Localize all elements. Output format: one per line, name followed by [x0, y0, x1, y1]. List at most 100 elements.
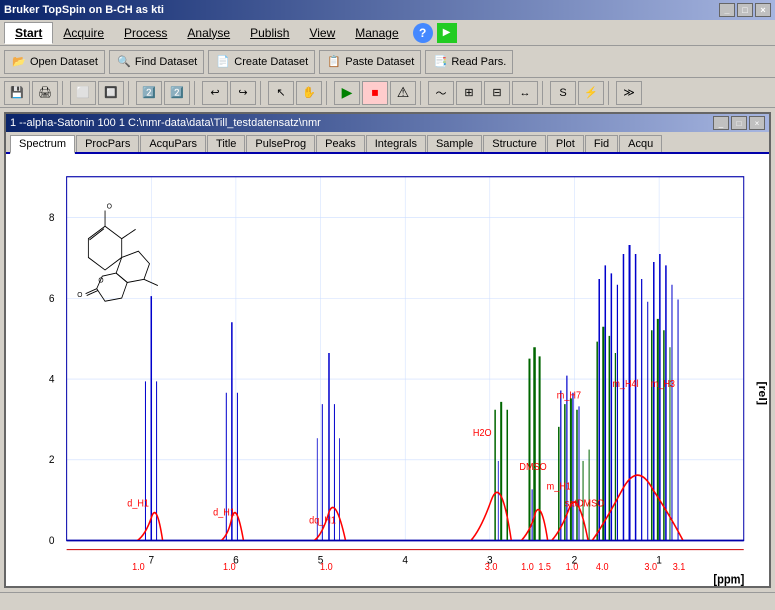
tool-cursor[interactable]: ↖ — [268, 81, 294, 105]
tool-select[interactable]: ⬜ — [70, 81, 96, 105]
svg-text:O: O — [98, 276, 104, 284]
tool-extra[interactable]: ≫ — [616, 81, 642, 105]
svg-text:6: 6 — [49, 292, 55, 305]
menu-manage[interactable]: Manage — [345, 23, 408, 43]
svg-text:3.0: 3.0 — [644, 562, 657, 574]
open-dataset-button[interactable]: 📂 Open Dataset — [4, 50, 105, 74]
svg-text:d_H1: d_H1 — [213, 507, 235, 519]
tool-save[interactable]: 💾 — [4, 81, 30, 105]
help-button[interactable]: ? — [413, 23, 433, 43]
svg-text:dq_H1: dq_H1 — [309, 515, 336, 527]
separator-5 — [326, 81, 330, 105]
svg-text:1: 1 — [656, 554, 662, 567]
separator-6 — [420, 81, 424, 105]
svg-text:H2O: H2O — [473, 427, 492, 439]
svg-text:2: 2 — [572, 554, 578, 567]
separator-8 — [608, 81, 612, 105]
create-icon: 📄 — [215, 54, 231, 70]
svg-text:O: O — [107, 202, 113, 210]
separator-7 — [542, 81, 546, 105]
tool-wave[interactable]: 〜 — [428, 81, 454, 105]
separator-4 — [260, 81, 264, 105]
tab-procpars[interactable]: ProcPars — [76, 135, 139, 152]
minimize-button[interactable]: _ — [719, 3, 735, 17]
tab-integrals[interactable]: Integrals — [366, 135, 426, 152]
find-dataset-button[interactable]: 🔍 Find Dataset — [109, 50, 204, 74]
maximize-button[interactable]: □ — [737, 3, 753, 17]
paste-dataset-button[interactable]: 📋 Paste Dataset — [319, 50, 421, 74]
svg-text:1.0: 1.0 — [521, 562, 534, 574]
tool-counter[interactable]: 2️⃣ — [136, 81, 162, 105]
tool-stop[interactable]: ⏹ — [362, 81, 388, 105]
chart-area: d_H1 d_H1 dq_H1 H2O DMSO m_H1 satDMSO m_… — [6, 154, 769, 586]
menu-analyse[interactable]: Analyse — [177, 23, 240, 43]
tool-print[interactable]: 🖨 — [32, 81, 58, 105]
title-bar: Bruker TopSpin on B-CH as kti _ □ × — [0, 0, 775, 20]
toolbar-row-1: 📂 Open Dataset 🔍 Find Dataset 📄 Create D… — [0, 46, 775, 78]
inner-window-title: 1 --alpha-Satonin 100 1 C:\nmr-data\data… — [10, 117, 321, 129]
menu-bar: Start Acquire Process Analyse Publish Vi… — [0, 20, 775, 46]
svg-text:0: 0 — [49, 534, 55, 547]
tool-grid[interactable]: ⊞ — [456, 81, 482, 105]
svg-text:m_H4l: m_H4l — [612, 379, 638, 391]
tab-title[interactable]: Title — [207, 135, 245, 152]
tab-peaks[interactable]: Peaks — [316, 135, 365, 152]
separator-2 — [128, 81, 132, 105]
tab-structure[interactable]: Structure — [483, 135, 546, 152]
svg-text:d_H1: d_H1 — [127, 498, 149, 510]
create-dataset-button[interactable]: 📄 Create Dataset — [208, 50, 315, 74]
read-icon: 📑 — [432, 54, 448, 70]
find-icon: 🔍 — [116, 54, 132, 70]
tab-fid[interactable]: Fid — [585, 135, 618, 152]
svg-text:[rel]: [rel] — [756, 381, 769, 405]
tabs-bar: Spectrum ProcPars AcquPars Title PulsePr… — [6, 132, 769, 154]
menu-view[interactable]: View — [299, 23, 345, 43]
menu-start[interactable]: Start — [4, 22, 53, 44]
status-indicator: ▶ — [437, 23, 457, 43]
svg-text:4: 4 — [402, 554, 408, 567]
tool-s2[interactable]: ⚡ — [578, 81, 604, 105]
tool-s1[interactable]: S — [550, 81, 576, 105]
svg-text:1.5: 1.5 — [538, 562, 551, 574]
svg-text:4.0: 4.0 — [596, 562, 609, 574]
close-button[interactable]: × — [755, 3, 771, 17]
inner-close-btn[interactable]: × — [749, 116, 765, 130]
tab-spectrum[interactable]: Spectrum — [10, 135, 75, 154]
separator-1 — [62, 81, 66, 105]
tool-undo[interactable]: ↩ — [202, 81, 228, 105]
svg-text:6: 6 — [233, 554, 239, 567]
inner-maximize-btn[interactable]: □ — [731, 116, 747, 130]
toolbar-row-2: 💾 🖨 ⬜ 🔲 2️⃣ 2️⃣ ↩ ↪ ↖ ✋ ▶ ⏹ ⚠ 〜 ⊞ ⊟ ↔ S … — [0, 78, 775, 108]
tab-plot[interactable]: Plot — [547, 135, 584, 152]
menu-acquire[interactable]: Acquire — [53, 23, 114, 43]
inner-title-buttons[interactable]: _ □ × — [713, 116, 765, 130]
inner-window: 1 --alpha-Satonin 100 1 C:\nmr-data\data… — [4, 112, 771, 588]
tool-hand[interactable]: ✋ — [296, 81, 322, 105]
menu-process[interactable]: Process — [114, 23, 177, 43]
tool-arrows[interactable]: ↔ — [512, 81, 538, 105]
svg-text:8: 8 — [49, 212, 55, 225]
menu-publish[interactable]: Publish — [240, 23, 299, 43]
svg-text:1.0: 1.0 — [132, 562, 145, 574]
app-title: Bruker TopSpin on B-CH as kti — [4, 4, 164, 16]
tab-acqupars[interactable]: AcquPars — [140, 135, 206, 152]
tool-zoom[interactable]: 🔲 — [98, 81, 124, 105]
tool-play[interactable]: ▶ — [334, 81, 360, 105]
svg-text:7: 7 — [148, 554, 154, 567]
svg-text:satDMSO: satDMSO — [565, 498, 605, 510]
svg-text:m_H1: m_H1 — [547, 481, 571, 493]
tool-counter2[interactable]: 2️⃣ — [164, 81, 190, 105]
title-bar-buttons[interactable]: _ □ × — [719, 3, 771, 17]
svg-text:O: O — [77, 291, 83, 299]
tool-redo[interactable]: ↪ — [230, 81, 256, 105]
tab-pulseprog[interactable]: PulseProg — [246, 135, 315, 152]
inner-minimize-btn[interactable]: _ — [713, 116, 729, 130]
read-pars-button[interactable]: 📑 Read Pars. — [425, 50, 513, 74]
tool-stop-red[interactable]: ⚠ — [390, 81, 416, 105]
inner-title-bar: 1 --alpha-Satonin 100 1 C:\nmr-data\data… — [6, 114, 769, 132]
tab-sample[interactable]: Sample — [427, 135, 482, 152]
tab-acqu[interactable]: Acqu — [619, 135, 662, 152]
svg-text:3: 3 — [487, 554, 493, 567]
nmr-spectrum-chart[interactable]: d_H1 d_H1 dq_H1 H2O DMSO m_H1 satDMSO m_… — [6, 154, 769, 586]
tool-grid2[interactable]: ⊟ — [484, 81, 510, 105]
